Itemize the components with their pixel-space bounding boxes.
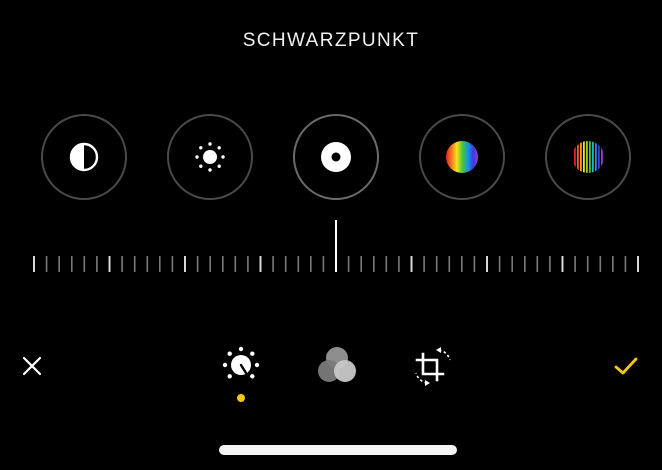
adjust-icon [222,346,260,379]
tool-vibrance[interactable] [545,114,631,200]
page-title: SCHWARZPUNKT [242,30,420,51]
filters-mode-button[interactable] [312,342,362,388]
tool-contrast[interactable] [41,114,127,200]
black-point-icon [321,142,351,172]
tool-black-point[interactable] [293,114,379,200]
contrast-icon [69,142,99,172]
brightness-icon [195,142,225,172]
adjustment-tools-row [0,114,662,204]
slider-ticks [33,220,639,272]
vibrance-icon [572,141,604,173]
confirm-button[interactable] [608,348,644,384]
adjustment-slider[interactable] [0,214,662,276]
cancel-button[interactable] [14,348,50,384]
tool-saturation[interactable] [419,114,505,200]
crop-rotate-icon [415,347,451,386]
crop-mode-button[interactable] [406,340,460,392]
tool-brightness[interactable] [167,114,253,200]
saturation-icon [446,141,478,173]
filters-icon [318,347,356,382]
bottom-toolbar [0,334,662,404]
checkmark-icon [614,357,638,375]
home-indicator [219,445,457,455]
close-icon [22,356,42,376]
active-mode-indicator [237,394,245,402]
adjust-mode-button[interactable] [214,340,268,390]
